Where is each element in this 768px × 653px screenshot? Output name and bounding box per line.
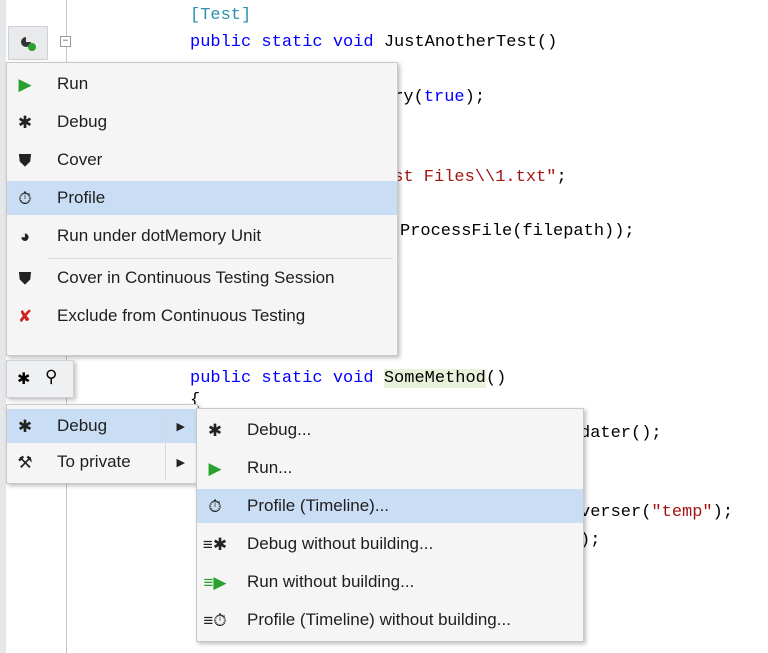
magnifier-icon[interactable]: ⚲ (45, 367, 57, 387)
menu-item-label: Debug (57, 416, 108, 435)
menu-item-dotmemory[interactable]: ◕ Run under dotMemory Unit (7, 219, 397, 253)
code-line-8: dater(); (580, 424, 662, 443)
menu-item-label: Run under dotMemory Unit (57, 226, 262, 245)
menu-item-label: Cover (57, 150, 103, 169)
menu-item-label: Run... (247, 458, 293, 477)
menu-item-label: Profile (Timeline) without building... (247, 610, 511, 629)
bug-icon: ✱ (207, 420, 223, 440)
stopwatch-nobuild-icon: ≡⏱ (203, 610, 227, 630)
menu-item-run[interactable]: ▶ Run (7, 67, 397, 101)
submenu-item-profile-nobuild[interactable]: ≡⏱ Profile (Timeline) without building..… (197, 603, 583, 637)
submenu-item-run-nobuild[interactable]: ≡▶ Run without building... (197, 565, 583, 599)
code-line-4: est Files\\1.txt"; (383, 168, 567, 187)
code-line-method-signature: public static void JustAnotherTest() (190, 33, 558, 52)
test-action-button[interactable] (8, 26, 48, 60)
submenu-item-profile-timeline[interactable]: ⏱ Profile (Timeline)... (197, 489, 583, 523)
menu-item-cover-continuous[interactable]: ⛊ Cover in Continuous Testing Session (7, 261, 397, 295)
unit-test-context-menu: ▶ Run ✱ Debug ⛊ Cover ⏱ Profile ◕ Run un… (6, 62, 398, 356)
debug-submenu: ✱ Debug... ▶ Run... ⏱ Profile (Timeline)… (196, 408, 584, 642)
quick-actions-menu: ✱ Debug ▶ ⚒ To private ▶ (6, 404, 198, 484)
menu-item-label: Run (57, 74, 89, 93)
code-line-5: ProcessFile(filepath)); (400, 222, 635, 241)
collapse-toggle-icon[interactable]: − (60, 36, 71, 47)
play-icon: ▶ (18, 74, 32, 94)
menu-item-label: Cover in Continuous Testing Session (57, 268, 335, 287)
menu-item-to-private[interactable]: ⚒ To private ▶ (7, 445, 197, 479)
stopwatch-icon: ⏱ (18, 188, 32, 208)
menu-divider (165, 409, 166, 479)
stopwatch-icon: ⏱ (208, 496, 222, 516)
exclude-icon: ✘ (17, 306, 33, 326)
submenu-item-run[interactable]: ▶ Run... (197, 451, 583, 485)
submenu-arrow-icon: ▶ (176, 420, 185, 433)
code-line-somemethod: public static void SomeMethod() (190, 369, 507, 388)
bug-nobuild-icon: ≡✱ (202, 534, 228, 554)
code-line-attribute: [Test] (190, 6, 252, 25)
hammer-icon: ⚒ (17, 452, 33, 472)
bug-icon: ✱ (17, 416, 33, 436)
bug-icon[interactable]: ✱ (17, 369, 30, 389)
menu-item-exclude-continuous[interactable]: ✘ Exclude from Continuous Testing (7, 299, 397, 333)
menu-item-debug[interactable]: ✱ Debug (7, 105, 397, 139)
menu-item-label: Run without building... (247, 572, 415, 591)
shield-icon: ⛊ (18, 268, 32, 288)
menu-item-debug-submenu[interactable]: ✱ Debug ▶ (7, 409, 197, 443)
menu-item-label: Debug without building... (247, 534, 434, 553)
menu-item-label: Debug (57, 112, 108, 131)
test-status-icon (19, 34, 37, 52)
menu-item-profile[interactable]: ⏱ Profile (7, 181, 397, 215)
menu-separator (47, 258, 393, 259)
shield-icon: ⛊ (18, 150, 32, 170)
submenu-arrow-icon: ▶ (176, 456, 185, 469)
submenu-item-debug[interactable]: ✱ Debug... (197, 413, 583, 447)
menu-item-label: Profile (57, 188, 106, 207)
menu-item-label: Exclude from Continuous Testing (57, 306, 306, 325)
quick-actions-bar: ✱ ⚲ (6, 360, 74, 398)
play-icon: ▶ (208, 458, 222, 478)
menu-item-label: Profile (Timeline)... (247, 496, 390, 515)
menu-item-label: To private (57, 452, 131, 471)
dotmemory-icon: ◕ (19, 226, 31, 246)
menu-item-label: Debug... (247, 420, 312, 439)
bug-icon: ✱ (17, 112, 33, 132)
code-line-9: verser("temp"); (580, 503, 734, 522)
menu-item-cover[interactable]: ⛊ Cover (7, 143, 397, 177)
submenu-item-debug-nobuild[interactable]: ≡✱ Debug without building... (197, 527, 583, 561)
play-nobuild-icon: ≡▶ (203, 572, 227, 592)
code-line-3: ory(true); (383, 88, 486, 107)
